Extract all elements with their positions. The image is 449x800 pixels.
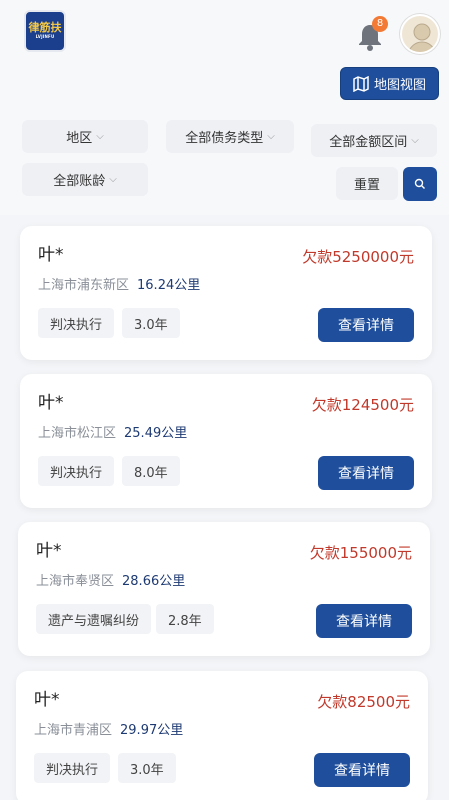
map-view-button[interactable]: 地图视图 [340,67,439,100]
location-line: 上海市松江区 25.49公里 [38,422,187,441]
case-card[interactable]: 叶* 欠款124500元 上海市松江区 25.49公里 判决执行 8.0年 查看详… [20,374,432,508]
search-button[interactable] [403,167,437,201]
distance: 28.66公里 [122,574,186,589]
case-type-tag: 判决执行 [38,456,115,486]
chevron-down-icon: ⌵ [411,135,419,146]
debt-amount: 欠款124500元 [311,396,414,414]
chevron-down-icon: ⌵ [267,131,275,142]
location: 上海市浦东新区 [38,278,130,293]
debtor-name: 叶* [34,690,60,710]
reset-button[interactable]: 重置 [336,167,398,200]
view-details-button[interactable]: 查看详情 [318,308,414,342]
case-type-tag: 判决执行 [38,308,115,338]
view-details-button[interactable]: 查看详情 [318,456,414,490]
distance: 29.97公里 [120,723,184,738]
case-age-tag: 3.0年 [118,753,176,783]
debt-type-filter-label: 全部债务类型 [185,131,264,146]
case-card[interactable]: 叶* 欠款5250000元 上海市浦东新区 16.24公里 判决执行 3.0年 查… [20,226,432,360]
case-age-tag: 2.8年 [156,604,214,634]
chevron-down-icon: ⌵ [109,174,117,185]
notification-badge: 8 [372,16,388,32]
avatar-portrait-icon [408,23,436,52]
age-filter[interactable]: 全部账龄 ⌵ [22,163,148,196]
case-age-tag: 3.0年 [122,308,180,338]
debtor-name: 叶* [38,393,64,413]
case-card[interactable]: 叶* 欠款82500元 上海市青浦区 29.97公里 判决执行 3.0年 查看详情 [16,671,428,800]
location: 上海市松江区 [38,426,117,441]
map-icon [353,75,369,92]
region-filter[interactable]: 地区 ⌵ [22,120,148,153]
logo-subtext: LVJINFU [35,34,55,39]
case-type-tag: 遗产与遗嘱纠纷 [36,604,152,634]
case-type-tag: 判决执行 [34,753,111,783]
location: 上海市青浦区 [34,723,113,738]
distance: 16.24公里 [137,278,201,293]
case-card[interactable]: 叶* 欠款155000元 上海市奉贤区 28.66公里 遗产与遗嘱纠纷 2.8年 … [18,522,430,656]
debt-amount: 欠款82500元 [317,693,410,711]
location-line: 上海市奉贤区 28.66公里 [36,570,185,589]
top-bar: 律筋扶 LVJINFU 8 地图视图 地区 ⌵ 全部债务类型 ⌵ 全部金额区间 … [0,0,449,215]
region-filter-label: 地区 [66,131,93,146]
search-icon [414,178,425,189]
debtor-name: 叶* [38,245,64,265]
map-view-label: 地图视图 [373,78,426,93]
debtor-name: 叶* [36,541,62,561]
location-line: 上海市青浦区 29.97公里 [34,719,183,738]
age-filter-label: 全部账龄 [53,174,106,189]
app-logo[interactable]: 律筋扶 LVJINFU [24,10,66,52]
chevron-down-icon: ⌵ [96,131,104,142]
amount-range-filter[interactable]: 全部金额区间 ⌵ [311,124,437,157]
distance: 25.49公里 [124,426,188,441]
debt-amount: 欠款155000元 [309,544,412,562]
view-details-button[interactable]: 查看详情 [316,604,412,638]
logo-text: 律筋扶 [28,21,62,34]
view-details-button[interactable]: 查看详情 [314,753,410,787]
avatar[interactable] [400,14,440,54]
amount-range-filter-label: 全部金额区间 [329,135,408,150]
case-age-tag: 8.0年 [122,456,180,486]
location-line: 上海市浦东新区 16.24公里 [38,274,200,293]
location: 上海市奉贤区 [36,574,115,589]
debt-type-filter[interactable]: 全部债务类型 ⌵ [166,120,294,153]
debt-amount: 欠款5250000元 [302,248,414,266]
